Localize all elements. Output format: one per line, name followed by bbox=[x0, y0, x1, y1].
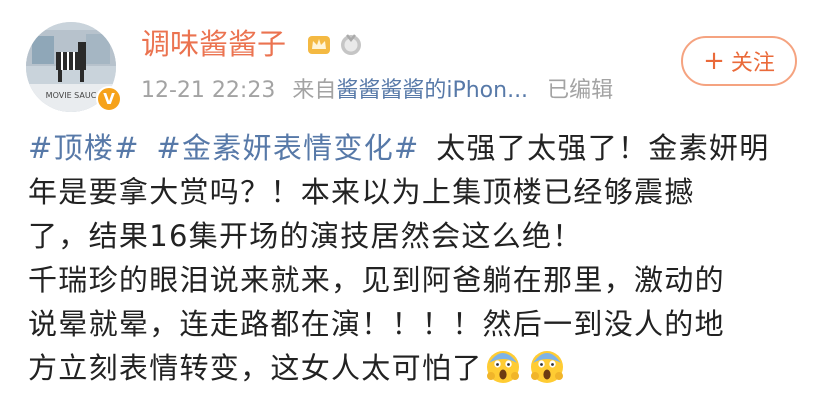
avatar-caption: MOVIE SAUC bbox=[46, 91, 97, 100]
post-line: 了，结果16集开场的演技居然会这么绝！ bbox=[28, 219, 583, 253]
crown-badge-icon[interactable] bbox=[307, 32, 331, 56]
source-link[interactable]: 酱酱酱酱的iPhon... bbox=[336, 78, 528, 103]
follow-button[interactable]: + 关注 bbox=[681, 36, 797, 86]
post-line: 说晕就晕，连走路都在演！！！！然后一到没人的地 bbox=[28, 307, 725, 341]
post-text: #顶楼# #金素妍表情变化# 太强了太强了！金素妍明 年是要拿大赏吗？！本来以为… bbox=[28, 126, 808, 390]
plus-icon: + bbox=[703, 46, 725, 76]
post-meta: 12-21 22:23 来自酱酱酱酱的iPhon... 已编辑 bbox=[141, 76, 613, 106]
username[interactable]: 调味酱酱子 bbox=[141, 24, 286, 64]
post-line: 年是要拿大赏吗？！本来以为上集顶楼已经够震撼 bbox=[28, 175, 695, 209]
post-line: 方立刻表情转变，这女人太可怕了 bbox=[28, 346, 808, 390]
hashtag-link[interactable]: #顶楼# bbox=[28, 131, 140, 165]
medal-badge-icon[interactable] bbox=[339, 32, 363, 56]
post-line-text: 太强了太强了！金素妍明 bbox=[436, 131, 770, 165]
post-timestamp: 12-21 22:23 bbox=[141, 78, 276, 103]
post-line: #顶楼# #金素妍表情变化# 太强了太强了！金素妍明 bbox=[28, 126, 808, 170]
post-line-text: 方立刻表情转变，这女人太可怕了 bbox=[28, 351, 483, 385]
source-prefix: 来自 bbox=[292, 78, 337, 103]
verified-badge-icon: V bbox=[96, 86, 122, 112]
follow-label: 关注 bbox=[730, 51, 775, 76]
scream-emoji-icon bbox=[530, 351, 563, 383]
edited-label: 已编辑 bbox=[547, 78, 614, 103]
scream-emoji-icon bbox=[486, 351, 519, 383]
hashtag-link[interactable]: #金素妍表情变化# bbox=[156, 131, 419, 165]
post-line: 千瑞珍的眼泪说来就来，见到阿爸躺在那里，激动的 bbox=[28, 263, 725, 297]
